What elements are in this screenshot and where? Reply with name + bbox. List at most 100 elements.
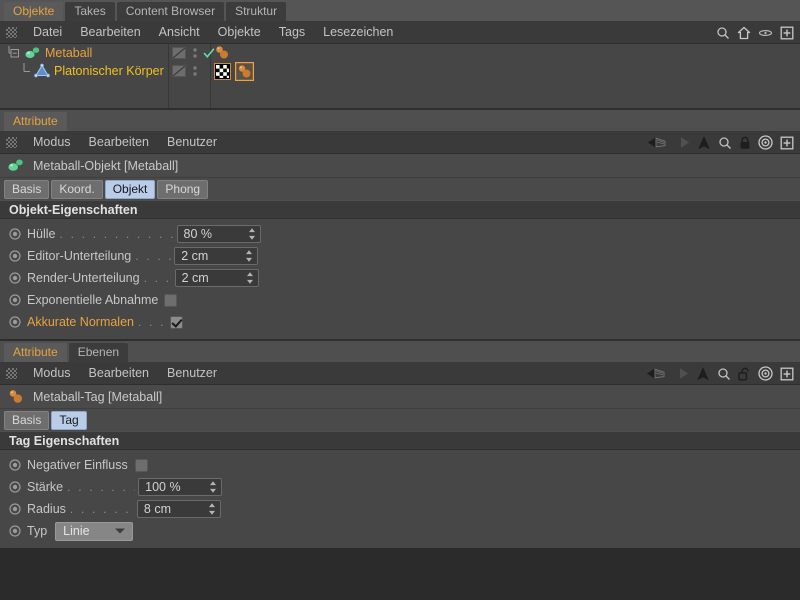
tab-content-browser[interactable]: Content Browser <box>117 2 224 21</box>
menu-bearbeiten[interactable]: Bearbeiten <box>71 21 149 43</box>
chevron-down-icon[interactable] <box>115 529 125 534</box>
negativer-einfluss-checkbox[interactable] <box>135 459 148 472</box>
attribute-top-menubar: Modus Bearbeiten Benutzer <box>0 131 800 154</box>
tree-item-label: Platonischer Körper <box>54 64 164 78</box>
menu-benutzer[interactable]: Benutzer <box>158 362 226 384</box>
menu-bearbeiten[interactable]: Bearbeiten <box>80 131 158 153</box>
page-tab-basis[interactable]: Basis <box>4 180 49 199</box>
metaball-object-icon[interactable] <box>24 45 41 61</box>
target-icon[interactable] <box>758 135 773 150</box>
spinner-icon[interactable] <box>245 250 253 263</box>
animation-track-icon[interactable] <box>9 272 21 284</box>
expand-collapse-icon[interactable] <box>8 45 22 61</box>
menu-datei[interactable]: Datei <box>24 21 71 43</box>
animation-track-icon[interactable] <box>9 250 21 262</box>
metaball-object-icon <box>7 157 25 174</box>
visibility-controls[interactable] <box>172 44 215 62</box>
object-tree[interactable]: Metaball <box>0 44 800 108</box>
add-box-icon[interactable] <box>780 136 794 150</box>
tag-slots[interactable] <box>214 44 232 62</box>
menu-tags[interactable]: Tags <box>270 21 314 43</box>
up-arrow-icon[interactable] <box>696 367 710 381</box>
tab-ebenen[interactable]: Ebenen <box>69 343 128 362</box>
property-label: Exponentielle Abnahme <box>27 293 158 307</box>
tab-attribute[interactable]: Attribute <box>4 343 67 362</box>
lock-closed-icon[interactable] <box>739 136 751 150</box>
page-tab-koord[interactable]: Koord. <box>51 180 102 199</box>
eye-icon[interactable] <box>758 27 773 39</box>
layer-swatch-icon[interactable] <box>172 64 187 78</box>
property-label: Akkurate Normalen <box>27 315 134 329</box>
akkurate-normalen-checkbox[interactable] <box>170 316 183 329</box>
attribute-top-properties: Hülle . . . . . . . . . . . . . . . . . … <box>0 219 800 339</box>
forward-arrow-icon[interactable] <box>674 136 690 149</box>
search-icon[interactable] <box>718 136 732 150</box>
staerke-input[interactable]: 100 % <box>138 478 222 496</box>
tree-row-metaball[interactable]: Metaball <box>0 44 800 62</box>
tab-struktur[interactable]: Struktur <box>226 2 286 21</box>
tag-slots[interactable] <box>214 62 254 80</box>
page-tab-tag[interactable]: Tag <box>51 411 86 430</box>
add-box-icon[interactable] <box>780 367 794 381</box>
drag-grip-icon[interactable] <box>6 27 17 38</box>
animation-track-icon[interactable] <box>9 481 21 493</box>
tab-takes[interactable]: Takes <box>65 2 114 21</box>
menu-benutzer[interactable]: Benutzer <box>158 131 226 153</box>
animation-track-icon[interactable] <box>9 294 21 306</box>
animation-track-icon[interactable] <box>9 503 21 515</box>
animation-track-icon[interactable] <box>9 459 21 471</box>
lock-open-icon[interactable] <box>738 367 751 381</box>
metaball-tag[interactable] <box>235 62 254 81</box>
up-arrow-icon[interactable] <box>697 136 711 150</box>
exponentielle-abnahme-checkbox[interactable] <box>164 294 177 307</box>
spinner-icon[interactable] <box>209 481 217 494</box>
animation-track-icon[interactable] <box>9 228 21 240</box>
visibility-dots-icon[interactable] <box>192 46 198 60</box>
radius-input[interactable]: 8 cm <box>137 500 221 518</box>
menu-modus[interactable]: Modus <box>24 362 80 384</box>
attribute-bottom-tabbar: Attribute Ebenen <box>0 341 800 362</box>
typ-dropdown[interactable]: Linie <box>55 522 133 541</box>
render-unterteilung-input[interactable]: 2 cm <box>175 269 259 287</box>
spinner-icon[interactable] <box>208 503 216 516</box>
target-icon[interactable] <box>758 366 773 381</box>
metaball-object-thumb[interactable] <box>214 45 232 61</box>
search-icon[interactable] <box>717 367 731 381</box>
menu-modus[interactable]: Modus <box>24 131 80 153</box>
attribute-manager-top-panel: Attribute Modus Bearbeiten Benutzer <box>0 110 800 339</box>
animation-track-icon[interactable] <box>9 525 21 537</box>
visibility-dots-icon[interactable] <box>192 64 198 78</box>
page-tab-phong[interactable]: Phong <box>157 180 208 199</box>
menu-lesezeichen[interactable]: Lesezeichen <box>314 21 402 43</box>
editor-unterteilung-input[interactable]: 2 cm <box>174 247 258 265</box>
visibility-controls[interactable] <box>172 62 198 80</box>
layer-swatch-icon[interactable] <box>172 46 187 60</box>
platonic-solid-icon[interactable] <box>34 63 50 79</box>
menu-ansicht[interactable]: Ansicht <box>150 21 209 43</box>
page-tab-objekt[interactable]: Objekt <box>105 180 156 199</box>
tree-row-platonischer-koerper[interactable]: Platonischer Körper <box>0 62 800 80</box>
field-value: 2 cm <box>176 271 209 285</box>
checker-texture-tag[interactable] <box>214 63 231 80</box>
menu-bearbeiten[interactable]: Bearbeiten <box>80 362 158 384</box>
menu-objekte[interactable]: Objekte <box>209 21 270 43</box>
tab-objekte[interactable]: Objekte <box>4 2 63 21</box>
drag-grip-icon[interactable] <box>6 137 17 148</box>
add-box-icon[interactable] <box>780 26 794 40</box>
property-label: Hülle <box>27 227 56 241</box>
tab-attribute[interactable]: Attribute <box>4 112 67 131</box>
search-icon[interactable] <box>716 26 730 40</box>
back-arrow-icon[interactable] <box>647 136 667 149</box>
page-tab-basis[interactable]: Basis <box>4 411 49 430</box>
field-value: 80 % <box>178 227 213 241</box>
home-icon[interactable] <box>737 26 751 40</box>
spinner-icon[interactable] <box>246 272 254 285</box>
tree-branch-icon <box>22 63 34 79</box>
back-arrow-icon[interactable] <box>646 367 666 380</box>
animation-track-icon[interactable] <box>9 316 21 328</box>
forward-arrow-icon[interactable] <box>673 367 689 380</box>
huelle-input[interactable]: 80 % <box>177 225 261 243</box>
drag-grip-icon[interactable] <box>6 368 17 379</box>
property-row-staerke: Stärke . . . . . . . . . . . 100 % <box>0 476 800 498</box>
spinner-icon[interactable] <box>248 228 256 241</box>
